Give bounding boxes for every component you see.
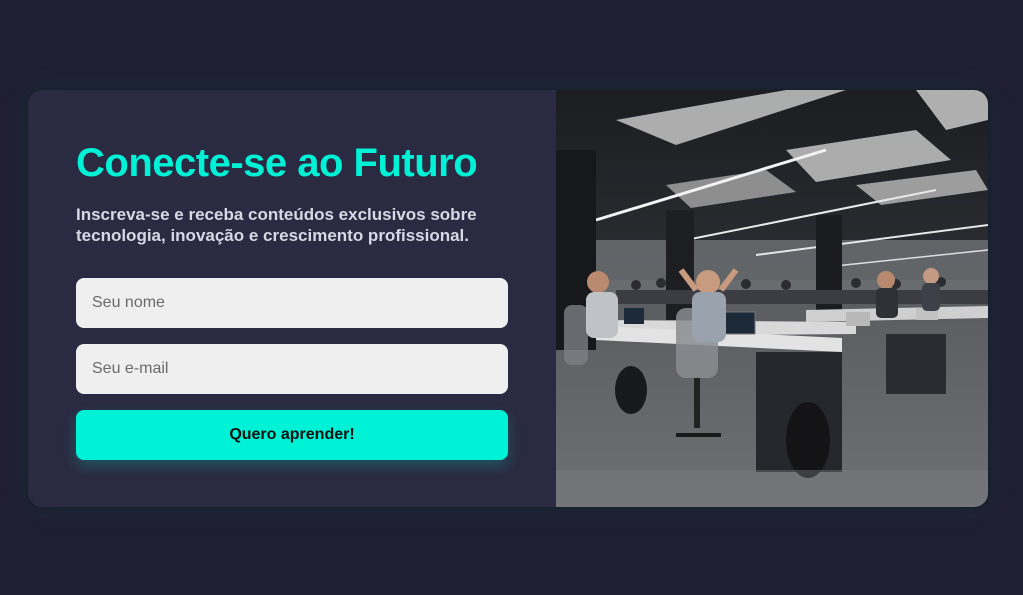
page-title: Conecte-se ao Futuro [76, 141, 478, 185]
signup-description: Inscreva-se e receba conteúdos exclusivo… [76, 205, 477, 245]
office-illustration [556, 90, 988, 507]
office-photo [556, 90, 988, 507]
signup-card: Conecte-se ao Futuro Inscreva-se e receb… [28, 90, 988, 507]
name-input[interactable] [76, 278, 508, 328]
signup-form-panel: Conecte-se ao Futuro Inscreva-se e receb… [28, 90, 556, 507]
submit-button[interactable]: Quero aprender! [76, 410, 508, 460]
email-input[interactable] [76, 344, 508, 394]
